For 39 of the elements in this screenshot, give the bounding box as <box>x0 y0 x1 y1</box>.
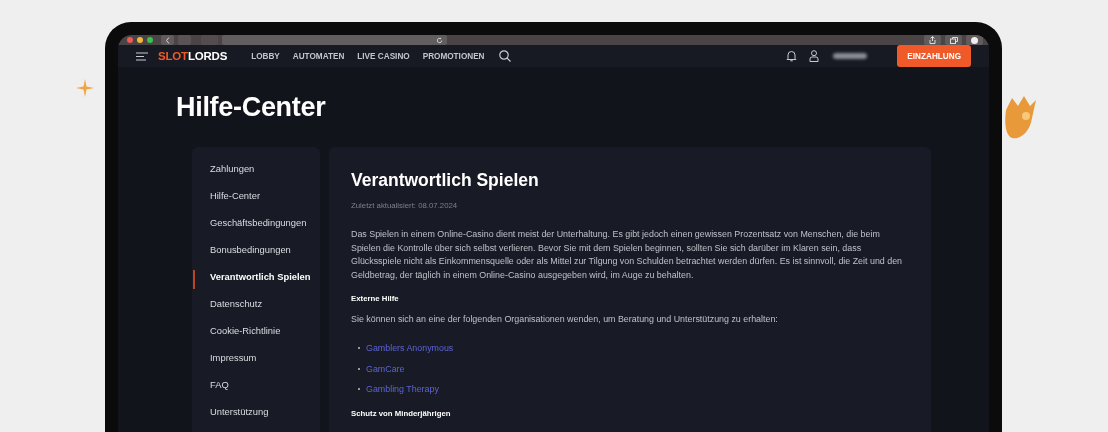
bell-icon[interactable] <box>786 50 798 62</box>
paragraph: Sie können sich an eine der folgenden Organisationen wenden, um Beratung und Unterstützung zu erhalten: <box>351 313 779 327</box>
chevron-left-icon <box>164 36 171 44</box>
article-title: Verantwortlich Spielen <box>351 169 540 192</box>
sidebar-item[interactable]: Geschäftsbedingungen <box>191 216 320 243</box>
sidebar-item[interactable]: Datenschutz <box>191 297 320 324</box>
sidebar-item[interactable]: Hilfe-Center <box>191 189 320 216</box>
sidebar-item[interactable]: Impressum <box>191 351 320 378</box>
sidebar-item[interactable]: Zahlungen <box>191 162 320 189</box>
blurred-username <box>833 53 868 59</box>
sidebar-item[interactable]: Bonusbedingungen <box>191 243 320 270</box>
share-icon <box>929 36 936 44</box>
maximize-icon[interactable] <box>147 37 153 43</box>
download-button[interactable] <box>966 35 983 45</box>
back-button[interactable] <box>161 35 174 45</box>
logo[interactable]: SLOTLORDS <box>158 50 228 62</box>
sidebar-item[interactable]: FAQ <box>191 378 320 405</box>
reload-icon[interactable] <box>436 36 443 44</box>
nav-link[interactable]: AUTOMATEN <box>292 51 345 61</box>
nav-link[interactable]: LIVE CASINO <box>357 51 410 61</box>
help-link[interactable]: GamCare <box>366 363 405 374</box>
paragraph: Das Spielen in einem Online-Casino dient meist der Unterhaltung. Es gibt jedoch einen gewissen Prozentsatz von Menschen, die beim Spielen die Kontrolle über sich selbst verlieren. Bevor Sie mit dem Spielen beginnen, sollten Sie sich darüber im Klaren sein, dass Glücksspiele nicht als Einkommensquelle oder als Mittel zur Tilgung von Schulden betrachtet werden dürfen. Es ist sinnvoll, die Zeit und den Geldbetrag, der täglich in einem Online-Casino ausgegeben wird, im Auge zu behalten. <box>351 228 904 282</box>
nav-link[interactable]: LOBBY <box>251 51 280 61</box>
minimize-icon[interactable] <box>137 37 143 43</box>
nav-link[interactable]: PROMOTIONEN <box>422 51 485 61</box>
tabs-icon <box>949 36 958 44</box>
menu-icon[interactable] <box>136 51 148 61</box>
help-link[interactable]: Gambling Therapy <box>366 384 439 395</box>
sparkle-icon <box>76 79 94 97</box>
share-button[interactable] <box>924 35 941 45</box>
close-icon[interactable] <box>127 37 133 43</box>
page-title: Hilfe-Center <box>176 91 327 124</box>
sidebar-item[interactable]: Cookie-Richtlinie <box>191 324 320 351</box>
sidebar-toggle-button[interactable] <box>201 35 218 45</box>
search-icon[interactable] <box>498 50 511 62</box>
sidebar-item[interactable]: Unterstützung <box>191 405 320 432</box>
help-link[interactable]: Gamblers Anonymous <box>366 343 454 354</box>
user-icon[interactable] <box>809 50 820 62</box>
tabs-button[interactable] <box>945 35 962 45</box>
